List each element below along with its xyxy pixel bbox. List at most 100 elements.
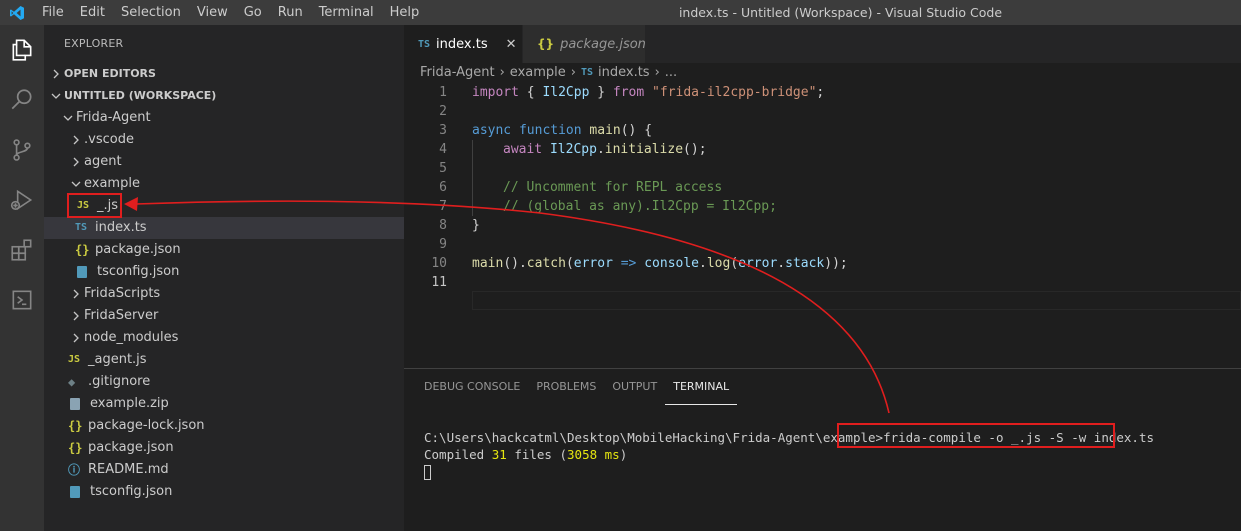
terminal-time: 3058 ms: [567, 447, 620, 462]
tree-folder-agent[interactable]: agent: [44, 151, 404, 173]
line-number: 1: [439, 85, 447, 100]
tree-file-gitignore[interactable]: ◆ .gitignore: [44, 371, 404, 393]
tree-item-label: index.ts: [95, 220, 147, 235]
files-icon[interactable]: [0, 25, 44, 75]
breadcrumb-item[interactable]: Frida-Agent: [420, 63, 495, 83]
line-number: 10: [431, 256, 447, 271]
tree-file-package-json-root[interactable]: {} package.json: [44, 437, 404, 459]
editor-tabs: TS index.ts ✕ {} package.json: [404, 25, 1241, 63]
chevron-right-icon: ›: [570, 65, 576, 80]
tree-item-label: FridaServer: [84, 308, 159, 323]
tree-item-label: .vscode: [84, 132, 134, 147]
tree-file-package-lock-json[interactable]: {} package-lock.json: [44, 415, 404, 437]
tsconfig-file-icon: [77, 266, 97, 278]
line-number: 7: [439, 199, 447, 214]
tree-file-package-json[interactable]: {} package.json: [44, 239, 404, 261]
tab-output[interactable]: OUTPUT: [604, 369, 665, 405]
terminal-line: Compiled 31 files (3058 ms): [424, 446, 1154, 463]
tree-folder-frida-agent[interactable]: Frida-Agent: [44, 107, 404, 129]
tree-file-readme-md[interactable]: ⓘ README.md: [44, 459, 404, 481]
tab-debug-console[interactable]: DEBUG CONSOLE: [416, 369, 528, 405]
panel-tabs: DEBUG CONSOLE PROBLEMS OUTPUT TERMINAL: [404, 369, 1241, 405]
code-line: 5: [404, 159, 1241, 178]
chevron-right-icon: ›: [499, 65, 505, 80]
breadcrumb-item[interactable]: index.ts: [598, 63, 650, 83]
terminal-cursor: [424, 465, 431, 480]
chevron-right-icon: [68, 135, 84, 145]
tree-item-label: tsconfig.json: [97, 264, 180, 279]
code-line: 4 await Il2Cpp.initialize();: [404, 140, 1241, 159]
source-control-icon[interactable]: [0, 125, 44, 175]
code-text: }: [472, 218, 480, 233]
git-file-icon: ◆: [68, 375, 76, 389]
code-line: 8 }: [404, 216, 1241, 235]
chevron-down-icon: [60, 113, 76, 123]
tree-folder-node-modules[interactable]: node_modules: [44, 327, 404, 349]
json-file-icon: {}: [537, 37, 555, 51]
menu-file[interactable]: File: [34, 0, 72, 25]
code-line: 7 // (global as any).Il2Cpp = Il2Cpp;: [404, 197, 1241, 216]
line-number: 11: [431, 275, 447, 290]
tab-problems[interactable]: PROBLEMS: [528, 369, 604, 405]
open-editors-section[interactable]: OPEN EDITORS: [44, 63, 404, 85]
chevron-down-icon: [48, 91, 64, 101]
js-file-icon: JS: [68, 354, 81, 365]
terminal-line: [424, 463, 1154, 480]
code-line: 10 main().catch(error => console.log(err…: [404, 254, 1241, 273]
code-line: 6 // Uncomment for REPL access: [404, 178, 1241, 197]
search-icon[interactable]: [0, 75, 44, 125]
tree-file-tsconfig-json-root[interactable]: tsconfig.json: [44, 481, 404, 503]
tree-item-label: README.md: [88, 462, 169, 477]
tree-item-label: package-lock.json: [88, 418, 205, 433]
breadcrumb-more[interactable]: ...: [665, 63, 677, 83]
tree-folder-example[interactable]: example: [44, 173, 404, 195]
workspace-section[interactable]: UNTITLED (WORKSPACE): [44, 85, 404, 107]
breadcrumb: Frida-Agent › example › TS index.ts › ..…: [404, 63, 1241, 83]
tree-folder-fridaserver[interactable]: FridaServer: [44, 305, 404, 327]
close-icon[interactable]: ✕: [506, 37, 517, 52]
menu-terminal[interactable]: Terminal: [311, 0, 382, 25]
menu-selection[interactable]: Selection: [113, 0, 189, 25]
extensions-icon[interactable]: [0, 225, 44, 275]
editor-area: TS index.ts ✕ {} package.json Frida-Agen…: [404, 25, 1241, 368]
tree-file-agent-js[interactable]: JS _agent.js: [44, 349, 404, 371]
tree-file-index-ts[interactable]: TS index.ts: [44, 217, 404, 239]
line-number: 2: [439, 104, 447, 119]
tree-item-label: Frida-Agent: [76, 110, 151, 125]
menu-go[interactable]: Go: [236, 0, 270, 25]
run-debug-icon[interactable]: [0, 175, 44, 225]
menu-view[interactable]: View: [189, 0, 236, 25]
explorer-title: EXPLORER: [64, 37, 124, 50]
remote-terminal-icon[interactable]: [0, 275, 44, 325]
menu-help[interactable]: Help: [382, 0, 428, 25]
workspace-label: UNTITLED (WORKSPACE): [64, 89, 217, 102]
bottom-panel: DEBUG CONSOLE PROBLEMS OUTPUT TERMINAL C…: [404, 368, 1241, 531]
code-text: await Il2Cpp.initialize();: [447, 140, 707, 159]
code-editor[interactable]: 1 import { Il2Cpp } from "frida-il2cpp-b…: [404, 83, 1241, 292]
tree-file-tsconfig-json[interactable]: tsconfig.json: [44, 261, 404, 283]
tab-terminal[interactable]: TERMINAL: [665, 369, 738, 405]
terminal-count: 31: [491, 447, 507, 462]
code-text: main().catch(error => console.log(error.…: [472, 256, 848, 271]
chevron-down-icon: [68, 179, 84, 189]
breadcrumb-item[interactable]: example: [510, 63, 566, 83]
tree-folder-fridascripts[interactable]: FridaScripts: [44, 283, 404, 305]
line-number: 4: [439, 142, 447, 157]
tsconfig-file-icon: [70, 486, 90, 498]
menu-edit[interactable]: Edit: [72, 0, 113, 25]
tree-item-label: _agent.js: [88, 352, 147, 367]
tree-file-example-zip[interactable]: example.zip: [44, 393, 404, 415]
tree-item-label: example: [84, 176, 140, 191]
terminal-text: ): [619, 447, 628, 462]
menu-run[interactable]: Run: [270, 0, 311, 25]
zip-file-icon: [70, 398, 90, 410]
line-number: 6: [439, 180, 447, 195]
tab-index-ts[interactable]: TS index.ts ✕: [404, 25, 522, 63]
tab-package-json[interactable]: {} package.json: [523, 25, 646, 63]
code-line: 2: [404, 102, 1241, 121]
tree-item-label: FridaScripts: [84, 286, 161, 301]
tree-folder-vscode[interactable]: .vscode: [44, 129, 404, 151]
json-file-icon: {}: [68, 441, 83, 455]
